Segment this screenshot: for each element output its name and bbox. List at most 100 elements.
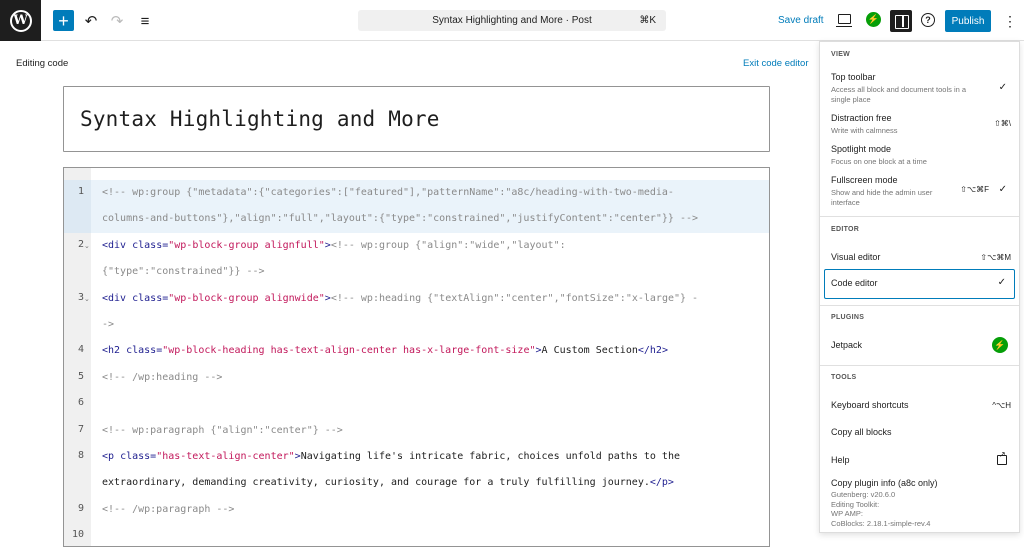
code-token: <!-- wp:paragraph {"align":"center"} --> bbox=[102, 424, 343, 436]
jetpack-icon[interactable]: ⚡ bbox=[866, 12, 881, 27]
fullscreen-label: Fullscreen mode bbox=[831, 175, 898, 185]
fold-chevron-icon[interactable]: ⌄ bbox=[84, 242, 90, 250]
copy-all-blocks-label: Copy all blocks bbox=[831, 427, 892, 437]
code-token: class= bbox=[132, 239, 169, 251]
line-number: 6 bbox=[77, 397, 84, 409]
code-editor-label: Code editor bbox=[831, 278, 878, 288]
code-token: <p bbox=[102, 451, 121, 462]
menu-item-help[interactable]: Help bbox=[820, 447, 1019, 473]
distraction-free-shortcut: ⇧⌘\ bbox=[994, 119, 1011, 128]
desktop-preview-icon[interactable] bbox=[836, 14, 852, 27]
code-line: -> bbox=[102, 318, 762, 331]
menu-item-copy-all-blocks[interactable]: Copy all blocks bbox=[820, 420, 1019, 446]
line-number: 5 bbox=[77, 370, 84, 382]
wordpress-icon: W bbox=[9, 9, 32, 32]
fold-chevron-icon[interactable]: ⌄ bbox=[84, 295, 90, 303]
code-editor-area[interactable]: 1 <!-- wp:group {"metadata":{"categories"… bbox=[63, 167, 770, 547]
code-token: Navigating life's intricate fabric, choi… bbox=[300, 451, 680, 462]
menu-divider bbox=[820, 305, 1019, 306]
jetpack-label: Jetpack bbox=[831, 340, 863, 350]
menu-item-jetpack[interactable]: Jetpack ⚡ bbox=[820, 333, 1019, 359]
code-line: <h2 class="wp-block-heading has-text-ali… bbox=[102, 344, 762, 357]
list-view-icon[interactable]: ≡ bbox=[134, 10, 156, 32]
exit-code-editor-button[interactable]: Exit code editor bbox=[743, 58, 808, 69]
menu-item-distraction-free[interactable]: Distraction free Write with calmness ⇧⌘\ bbox=[820, 112, 1019, 138]
code-token: class= bbox=[120, 451, 157, 462]
menu-item-copy-plugin-info[interactable]: Copy plugin info (a8c only) Gutenberg: v… bbox=[820, 476, 1019, 534]
undo-icon[interactable]: ↶ bbox=[80, 10, 102, 32]
options-menu: VIEW Top toolbar Access all block and do… bbox=[819, 41, 1020, 533]
code-token: </p> bbox=[649, 477, 674, 489]
top-toolbar: W + ↶ ↷ ≡ Syntax Highlighting and More ·… bbox=[0, 0, 1024, 41]
code-token: -> bbox=[102, 319, 115, 330]
post-title-text: Syntax Highlighting and More bbox=[80, 107, 440, 131]
editing-code-label: Editing code bbox=[16, 58, 69, 69]
external-link-icon bbox=[997, 450, 1007, 465]
plugin-versions-desc: Gutenberg: v20.6.0 Editing Toolkit: WP A… bbox=[831, 490, 931, 528]
distraction-free-label: Distraction free bbox=[831, 113, 892, 123]
code-token: <!-- /wp:paragraph --> bbox=[102, 503, 235, 515]
code-token: <!-- wp:group {"metadata":{"categories":… bbox=[102, 187, 674, 198]
visual-editor-shortcut: ⇧⌥⌘M bbox=[980, 253, 1011, 262]
code-line: {"type":"constrained"}} --> bbox=[102, 265, 762, 278]
menu-divider bbox=[820, 216, 1019, 217]
view-heading: VIEW bbox=[831, 51, 851, 58]
code-line: columns-and-buttons"},"align":"full","la… bbox=[102, 212, 762, 225]
top-toolbar-desc: Access all block and document tools in a… bbox=[831, 85, 967, 104]
line-number: 2 bbox=[77, 238, 84, 250]
publish-button[interactable]: Publish bbox=[945, 10, 991, 32]
code-token: <!-- wp:heading {"textAlign":"center","f… bbox=[330, 292, 699, 304]
code-token: <!-- wp:group {"align":"wide","layout": bbox=[330, 239, 566, 251]
code-line: <div class="wp-block-group alignwide"><!… bbox=[102, 292, 762, 305]
fullscreen-shortcut: ⇧⌥⌘F bbox=[960, 185, 989, 194]
add-block-button[interactable]: + bbox=[53, 10, 74, 31]
post-title-field[interactable]: Syntax Highlighting and More bbox=[63, 86, 770, 152]
redo-icon[interactable]: ↷ bbox=[106, 10, 128, 32]
code-token: <h2 bbox=[102, 345, 127, 357]
line-number: 1 bbox=[77, 186, 84, 197]
code-token: class= bbox=[126, 345, 163, 357]
code-token: "wp-block-heading has-text-align-center … bbox=[162, 345, 536, 357]
menu-item-code-editor[interactable]: Code editor ✓ bbox=[824, 269, 1015, 299]
code-line: <!-- /wp:heading --> bbox=[102, 371, 762, 384]
code-token: class= bbox=[132, 292, 169, 304]
line-number: 7 bbox=[77, 423, 84, 435]
command-palette-button[interactable]: Syntax Highlighting and More · Post ⌘K bbox=[358, 10, 666, 31]
menu-item-spotlight-mode[interactable]: Spotlight mode Focus on one block at a t… bbox=[820, 143, 1019, 169]
save-draft-button[interactable]: Save draft bbox=[778, 15, 824, 26]
code-token: "wp-block-group alignfull" bbox=[168, 239, 325, 251]
wordpress-logo-button[interactable]: W bbox=[0, 0, 41, 41]
visual-editor-label: Visual editor bbox=[831, 252, 881, 262]
top-toolbar-label: Top toolbar bbox=[831, 72, 876, 82]
code-token: columns-and-buttons"},"align":"full","la… bbox=[102, 213, 699, 225]
more-options-icon[interactable]: ⋮ bbox=[1003, 12, 1017, 30]
settings-sidebar-icon[interactable] bbox=[890, 10, 912, 32]
menu-item-visual-editor[interactable]: Visual editor ⇧⌥⌘M bbox=[820, 245, 1019, 271]
code-token: A Custom Section bbox=[541, 345, 638, 357]
check-icon: ✓ bbox=[998, 184, 1007, 195]
tools-heading: TOOLS bbox=[831, 374, 857, 381]
code-token: "wp-block-group alignwide" bbox=[168, 292, 325, 304]
code-line: <!-- /wp:paragraph --> bbox=[102, 503, 762, 516]
plugins-heading: PLUGINS bbox=[831, 314, 865, 321]
code-token: <div bbox=[102, 292, 133, 304]
editor-heading: EDITOR bbox=[831, 226, 860, 233]
code-token: {"type":"constrained"}} --> bbox=[102, 266, 265, 278]
menu-item-top-toolbar[interactable]: Top toolbar Access all block and documen… bbox=[820, 70, 1019, 106]
code-token: <div bbox=[102, 239, 133, 251]
code-token: <!-- /wp:heading --> bbox=[102, 371, 223, 383]
jetpack-icon: ⚡ bbox=[992, 337, 1008, 353]
keyboard-shortcuts-label: Keyboard shortcuts bbox=[831, 400, 909, 410]
code-line: <!-- wp:group {"metadata":{"categories":… bbox=[102, 186, 762, 199]
menu-item-keyboard-shortcuts[interactable]: Keyboard shortcuts ^⌥H bbox=[820, 393, 1019, 419]
check-icon: ✓ bbox=[997, 277, 1006, 288]
spotlight-desc: Focus on one block at a time bbox=[831, 157, 927, 166]
menu-item-fullscreen-mode[interactable]: Fullscreen mode Show and hide the admin … bbox=[820, 174, 1019, 210]
check-icon: ✓ bbox=[998, 82, 1007, 93]
code-token: extraordinary, demanding creativity, cur… bbox=[102, 477, 650, 489]
fullscreen-desc: Show and hide the admin user interface bbox=[831, 188, 933, 207]
line-number: 9 bbox=[77, 502, 84, 514]
help-icon[interactable]: ? bbox=[921, 13, 935, 27]
copy-plugin-info-label: Copy plugin info (a8c only) bbox=[831, 478, 938, 488]
command-shortcut: ⌘K bbox=[639, 15, 656, 26]
